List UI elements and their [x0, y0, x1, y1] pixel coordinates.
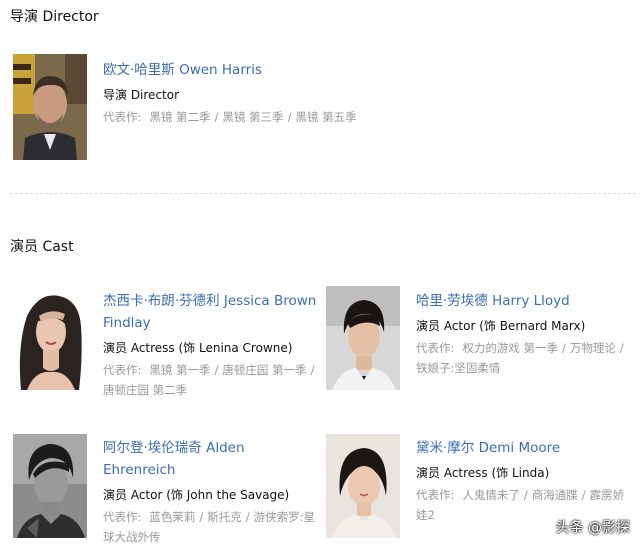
director-section-title: 导演 Director	[10, 9, 99, 25]
work-link[interactable]: 黑镜 第一季	[149, 363, 210, 377]
work-link[interactable]: 万物理论	[570, 341, 616, 355]
work-link[interactable]: 黑镜 第二季	[149, 110, 210, 124]
director-role: 导演 Director	[103, 88, 180, 102]
cast-role-harry: 演员 Actor (饰 Bernard Marx)	[416, 319, 586, 333]
cast-card-harry: 哈里·劳埃德 Harry Lloyd 演员 Actor (饰 Bernard M…	[326, 286, 636, 406]
cast-photo-alden[interactable]	[13, 434, 87, 538]
separator: /	[199, 510, 204, 524]
cast-role-demi: 演员 Actress (饰 Linda)	[416, 466, 550, 480]
works-label: 代表作:	[103, 510, 142, 524]
cast-name-link-alden[interactable]: 阿尔登·埃伦瑞奇 Alden Ehrenreich	[103, 437, 321, 481]
work-link[interactable]: 斯托克	[207, 510, 242, 524]
separator: /	[214, 110, 219, 124]
cast-photo-demi[interactable]	[326, 434, 400, 538]
work-link[interactable]: 铁娘子:坚固柔情	[416, 361, 500, 375]
cast-role-alden: 演员 Actor (饰 John the Savage)	[103, 488, 290, 502]
cast-card-alden: 阿尔登·埃伦瑞奇 Alden Ehrenreich 演员 Actor (饰 Jo…	[13, 434, 323, 544]
works-label: 代表作:	[416, 341, 455, 355]
watermark: 头条 @影探	[555, 520, 630, 536]
section-divider	[10, 193, 636, 194]
separator: /	[619, 341, 624, 355]
cast-works-harry: 代表作: 权力的游戏 第一季 / 万物理论/铁娘子:坚固柔情	[416, 338, 634, 378]
work-link[interactable]: 人鬼情未了	[462, 488, 520, 502]
separator: /	[287, 110, 292, 124]
separator: /	[581, 488, 586, 502]
work-link[interactable]: 商海通牒	[532, 488, 578, 502]
cast-name-link-demi[interactable]: 黛米·摩尔 Demi Moore	[416, 437, 634, 459]
work-link[interactable]: 唐顿庄园 第二季	[103, 383, 187, 397]
separator: /	[245, 510, 250, 524]
work-link[interactable]: 黑镜 第五季	[295, 110, 356, 124]
cast-works-jessica: 代表作: 黑镜 第一季 / 唐顿庄园 第一季/唐顿庄园 第二季	[103, 360, 321, 400]
works-label: 代表作:	[103, 363, 142, 377]
cast-section-title: 演员 Cast	[10, 239, 74, 255]
separator: /	[562, 341, 566, 355]
work-link[interactable]: 权力的游戏 第一季	[462, 341, 558, 355]
separator: /	[214, 363, 219, 377]
separator: /	[523, 488, 528, 502]
cast-photo-harry[interactable]	[326, 286, 400, 390]
work-link[interactable]: 蓝色茉莉	[149, 510, 195, 524]
director-card: 欧文·哈里斯 Owen Harris 导演 Director 代表作: 黑镜 第二…	[13, 54, 613, 160]
director-works: 代表作: 黑镜 第二季 / 黑镜 第三季 / 黑镜 第五季	[103, 107, 603, 127]
cast-role-jessica: 演员 Actress (饰 Lenina Crowne)	[103, 341, 293, 355]
cast-works-alden: 代表作: 蓝色茉莉 / 斯托克 / 游侠索罗:星球大战外传	[103, 507, 321, 547]
director-name-link[interactable]: 欧文·哈里斯 Owen Harris	[103, 59, 603, 81]
director-photo[interactable]	[13, 54, 87, 160]
work-link[interactable]: 唐顿庄园 第一季	[222, 363, 306, 377]
separator: /	[310, 363, 315, 377]
works-label: 代表作:	[416, 488, 455, 502]
cast-card-jessica: 杰西卡·布朗·芬德利 Jessica Brown Findlay 演员 Actr…	[13, 286, 323, 406]
cast-name-link-jessica[interactable]: 杰西卡·布朗·芬德利 Jessica Brown Findlay	[103, 290, 321, 334]
works-label: 代表作:	[103, 110, 142, 124]
cast-name-link-harry[interactable]: 哈里·劳埃德 Harry Lloyd	[416, 290, 634, 312]
cast-photo-jessica[interactable]	[13, 286, 87, 390]
work-link[interactable]: 黑镜 第三季	[222, 110, 283, 124]
